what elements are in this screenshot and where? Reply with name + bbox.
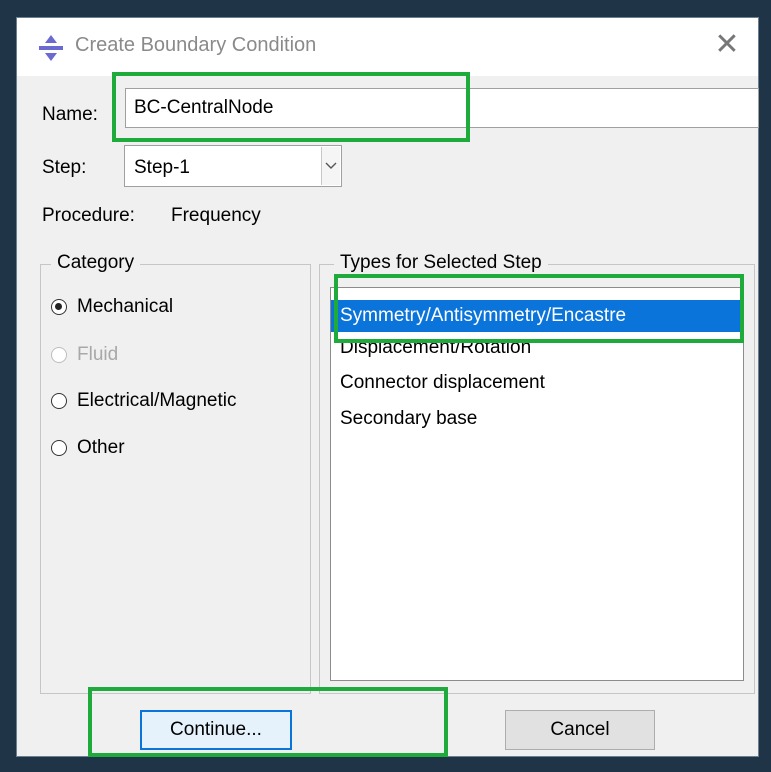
continue-button[interactable]: Continue... — [140, 710, 292, 750]
name-input[interactable] — [125, 88, 759, 128]
radio-other[interactable]: Other — [51, 437, 125, 459]
types-listbox[interactable]: Symmetry/Antisymmetry/Encastre Displacem… — [330, 287, 744, 681]
step-select[interactable]: Step-1 — [124, 145, 342, 187]
create-boundary-condition-dialog: Create Boundary Condition ✕ Name: Step: … — [16, 17, 759, 757]
types-title: Types for Selected Step — [334, 252, 548, 274]
list-item[interactable]: Displacement/Rotation — [331, 332, 743, 364]
category-group: Category Mechanical Fluid Electrical/Mag… — [40, 252, 311, 694]
radio-button[interactable] — [51, 440, 67, 456]
cancel-button[interactable]: Cancel — [505, 710, 655, 750]
radio-label: Mechanical — [77, 296, 174, 317]
window-title: Create Boundary Condition — [75, 34, 317, 56]
step-label: Step: — [42, 157, 87, 178]
step-select-value: Step-1 — [134, 157, 190, 178]
radio-button-disabled — [51, 347, 67, 363]
list-item[interactable]: Secondary base — [331, 403, 743, 435]
radio-button[interactable] — [51, 393, 67, 409]
category-title: Category — [51, 252, 141, 274]
procedure-label: Procedure: — [42, 205, 135, 226]
radio-label: Fluid — [77, 344, 119, 365]
radio-electrical-magnetic[interactable]: Electrical/Magnetic — [51, 390, 236, 412]
radio-label: Electrical/Magnetic — [77, 390, 237, 411]
radio-label: Other — [77, 437, 125, 458]
radio-mechanical[interactable]: Mechanical — [51, 296, 173, 318]
procedure-value: Frequency — [171, 205, 261, 226]
list-item[interactable]: Symmetry/Antisymmetry/Encastre — [331, 300, 743, 332]
types-group: Types for Selected Step Symmetry/Antisym… — [319, 252, 755, 694]
chevron-down-icon[interactable] — [321, 147, 340, 185]
app-icon — [39, 35, 63, 61]
name-label: Name: — [42, 104, 98, 125]
radio-button-checked[interactable] — [51, 299, 67, 315]
list-item[interactable]: Connector displacement — [331, 367, 743, 399]
title-bar[interactable]: Create Boundary Condition ✕ — [17, 18, 758, 76]
radio-fluid: Fluid — [51, 344, 118, 366]
close-icon[interactable]: ✕ — [710, 28, 744, 62]
